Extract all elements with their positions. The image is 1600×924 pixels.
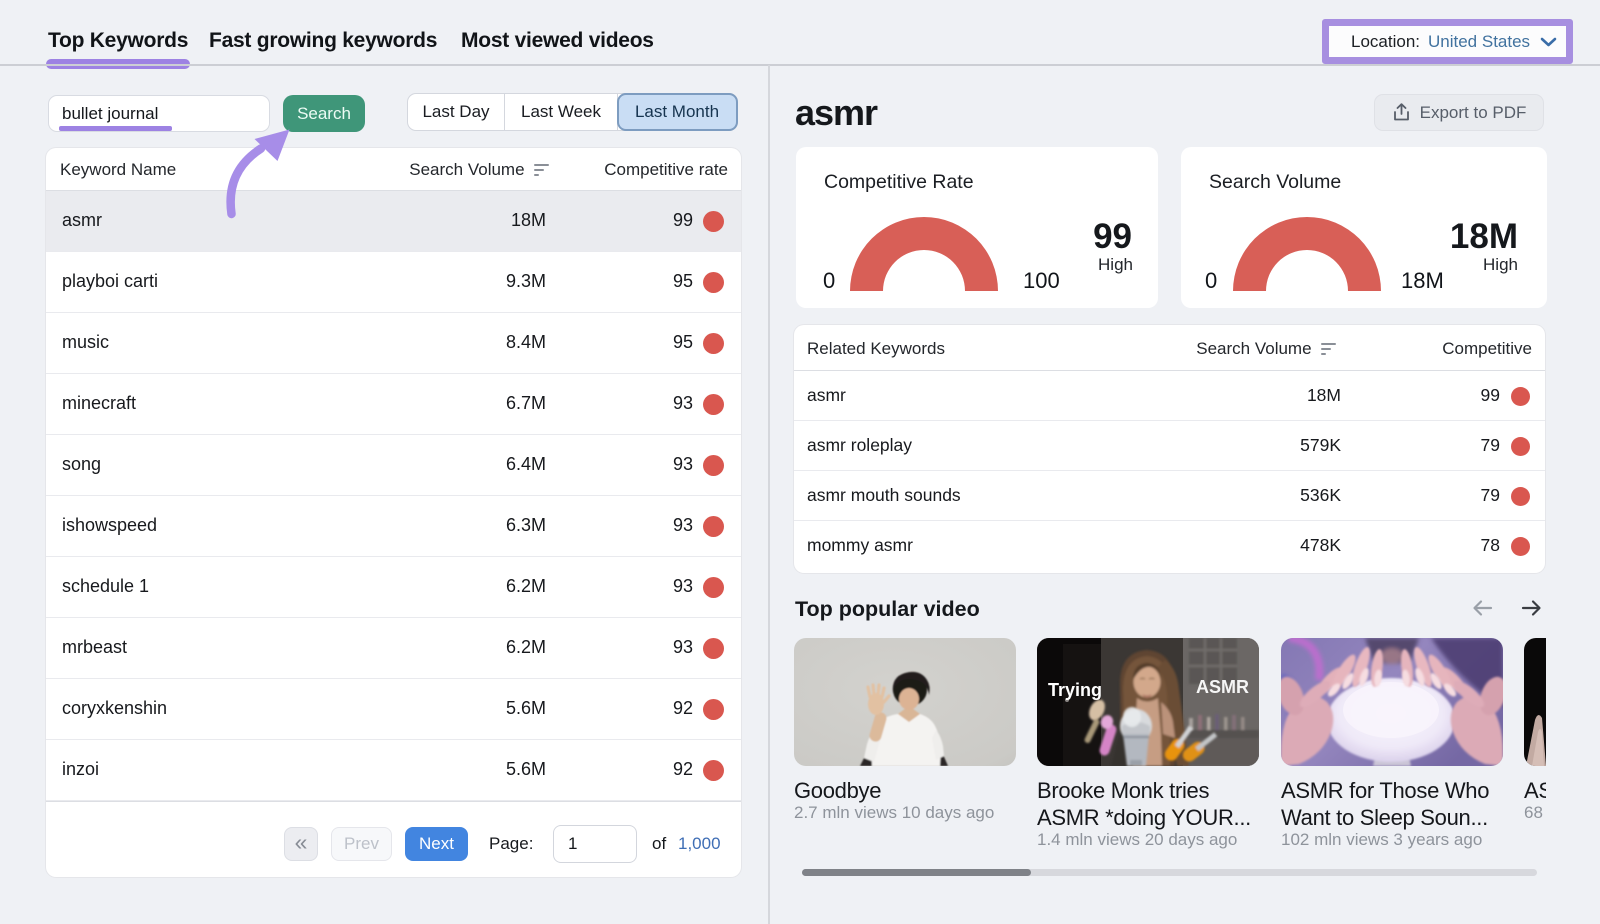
svg-text:ASMR: ASMR — [1196, 677, 1249, 697]
svg-text:Trying: Trying — [1048, 680, 1102, 700]
